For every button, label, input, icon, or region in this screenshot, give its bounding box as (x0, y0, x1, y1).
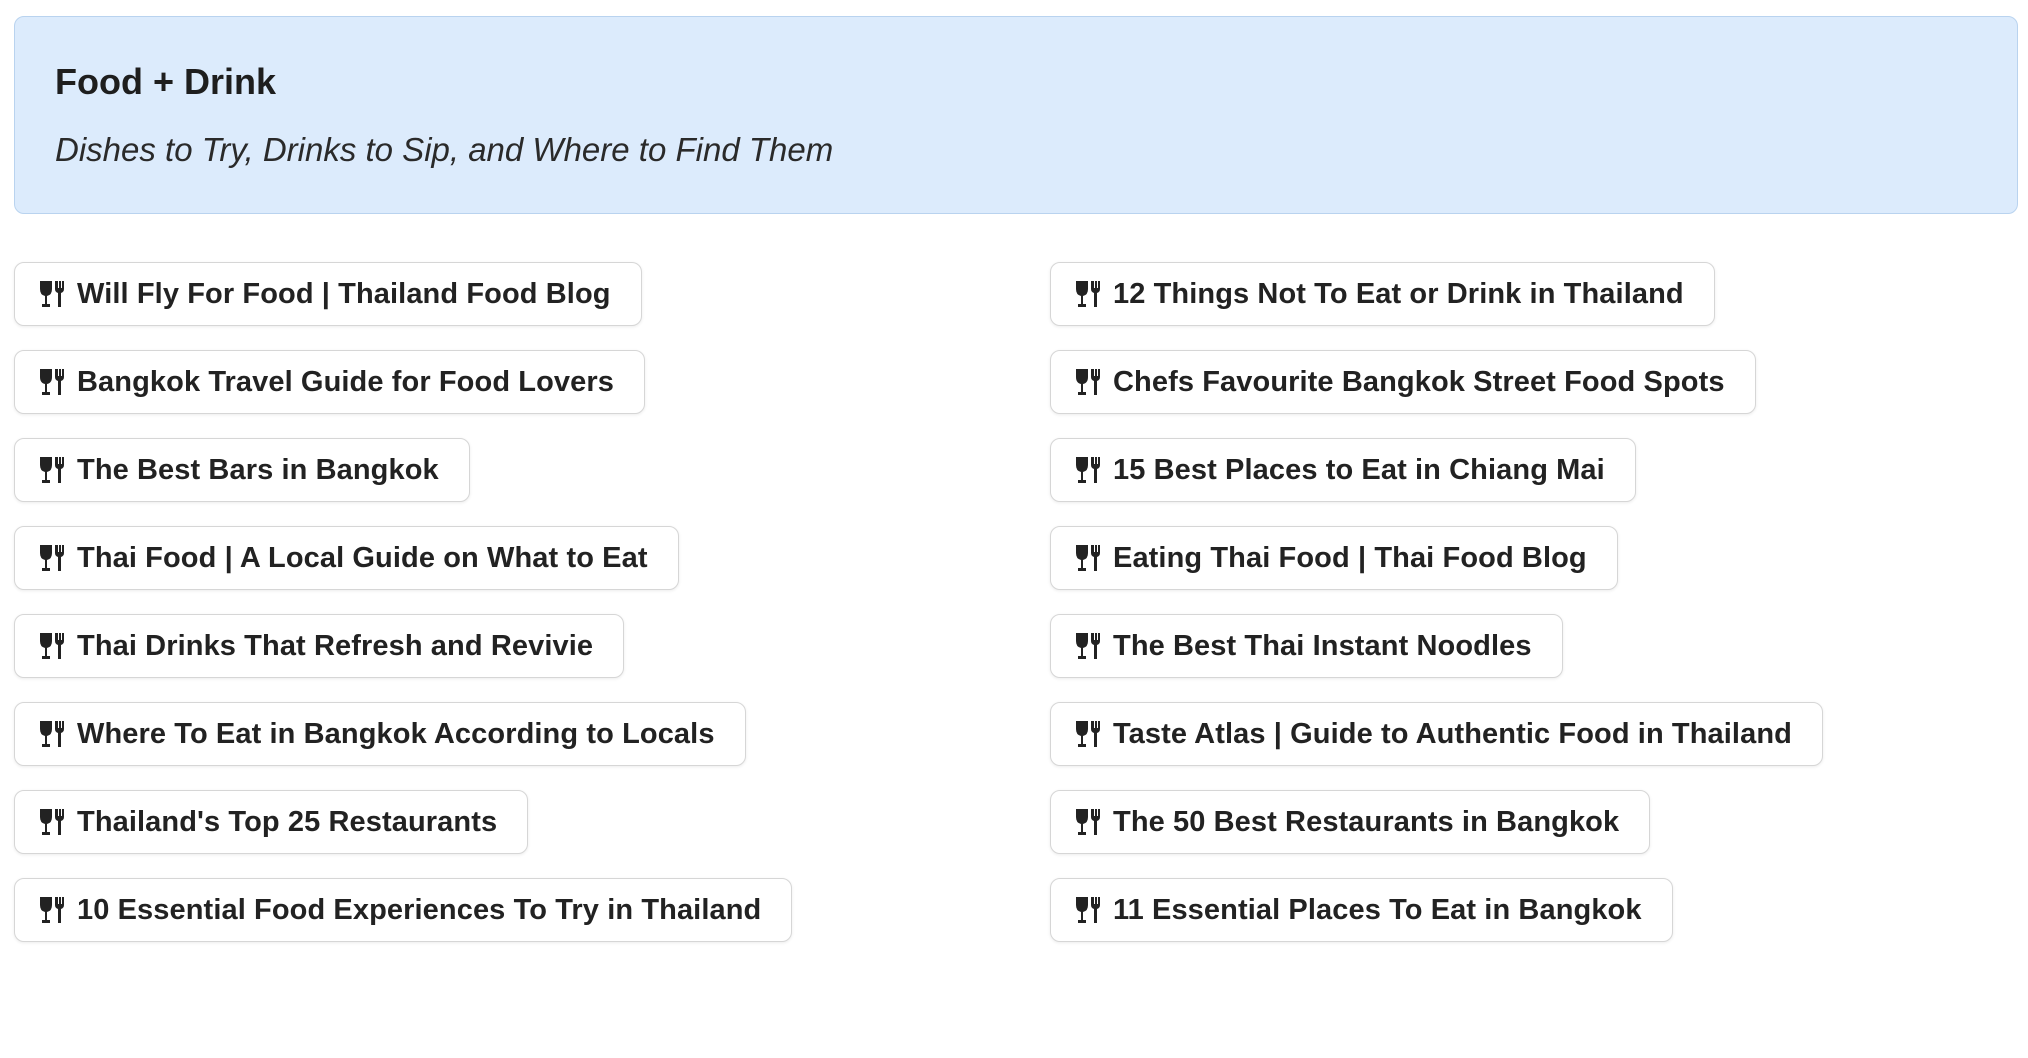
fork-and-glass-icon (39, 543, 67, 573)
fork-and-glass-icon (39, 807, 67, 837)
link-button[interactable]: Will Fly For Food | Thailand Food Blog (14, 262, 642, 326)
link-label: The Best Bars in Bangkok (77, 453, 439, 486)
fork-and-glass-icon (39, 367, 67, 397)
link-button[interactable]: Taste Atlas | Guide to Authentic Food in… (1050, 702, 1823, 766)
link-button[interactable]: Eating Thai Food | Thai Food Blog (1050, 526, 1618, 590)
link-button[interactable]: 10 Essential Food Experiences To Try in … (14, 878, 793, 942)
fork-and-glass-icon (39, 455, 67, 485)
link-label: Thai Food | A Local Guide on What to Eat (77, 541, 648, 574)
link-button[interactable]: Thai Food | A Local Guide on What to Eat (14, 526, 679, 590)
fork-and-glass-icon (1075, 807, 1103, 837)
link-button[interactable]: The 50 Best Restaurants in Bangkok (1050, 790, 1651, 854)
page-subtitle: Dishes to Try, Drinks to Sip, and Where … (55, 131, 834, 168)
links-grid: Will Fly For Food | Thailand Food Blog 1… (14, 262, 2018, 942)
link-button[interactable]: 11 Essential Places To Eat in Bangkok (1050, 878, 1673, 942)
fork-and-glass-icon (1075, 279, 1103, 309)
fork-and-glass-icon (1075, 455, 1103, 485)
fork-and-glass-icon (1075, 543, 1103, 573)
page-title: Food + Drink (55, 61, 277, 102)
link-button[interactable]: 12 Things Not To Eat or Drink in Thailan… (1050, 262, 1715, 326)
link-button[interactable]: 15 Best Places to Eat in Chiang Mai (1050, 438, 1636, 502)
link-label: 10 Essential Food Experiences To Try in … (77, 893, 762, 926)
link-label: Taste Atlas | Guide to Authentic Food in… (1113, 717, 1792, 750)
fork-and-glass-icon (39, 719, 67, 749)
link-label: Bangkok Travel Guide for Food Lovers (77, 365, 614, 398)
link-label: 15 Best Places to Eat in Chiang Mai (1113, 453, 1605, 486)
fork-and-glass-icon (1075, 631, 1103, 661)
link-label: Eating Thai Food | Thai Food Blog (1113, 541, 1587, 574)
link-label: Thailand's Top 25 Restaurants (77, 805, 498, 838)
link-button[interactable]: Thai Drinks That Refresh and Revivie (14, 614, 625, 678)
link-button[interactable]: The Best Bars in Bangkok (14, 438, 470, 502)
link-button[interactable]: Bangkok Travel Guide for Food Lovers (14, 350, 645, 414)
link-label: Will Fly For Food | Thailand Food Blog (77, 277, 611, 310)
link-label: Chefs Favourite Bangkok Street Food Spot… (1113, 365, 1725, 398)
link-label: Thai Drinks That Refresh and Revivie (77, 629, 594, 662)
link-button[interactable]: Thailand's Top 25 Restaurants (14, 790, 529, 854)
fork-and-glass-icon (1075, 367, 1103, 397)
header-card: Food + Drink Dishes to Try, Drinks to Si… (14, 16, 2018, 214)
link-label: The Best Thai Instant Noodles (1113, 629, 1532, 662)
fork-and-glass-icon (1075, 895, 1103, 925)
link-label: Where To Eat in Bangkok According to Loc… (77, 717, 715, 750)
fork-and-glass-icon (39, 895, 67, 925)
fork-and-glass-icon (39, 279, 67, 309)
fork-and-glass-icon (39, 631, 67, 661)
link-button[interactable]: Where To Eat in Bangkok According to Loc… (14, 702, 746, 766)
link-button[interactable]: Chefs Favourite Bangkok Street Food Spot… (1050, 350, 1756, 414)
link-label: The 50 Best Restaurants in Bangkok (1113, 805, 1620, 838)
link-label: 11 Essential Places To Eat in Bangkok (1113, 893, 1642, 926)
fork-and-glass-icon (1075, 719, 1103, 749)
link-label: 12 Things Not To Eat or Drink in Thailan… (1113, 277, 1684, 310)
link-button[interactable]: The Best Thai Instant Noodles (1050, 614, 1563, 678)
